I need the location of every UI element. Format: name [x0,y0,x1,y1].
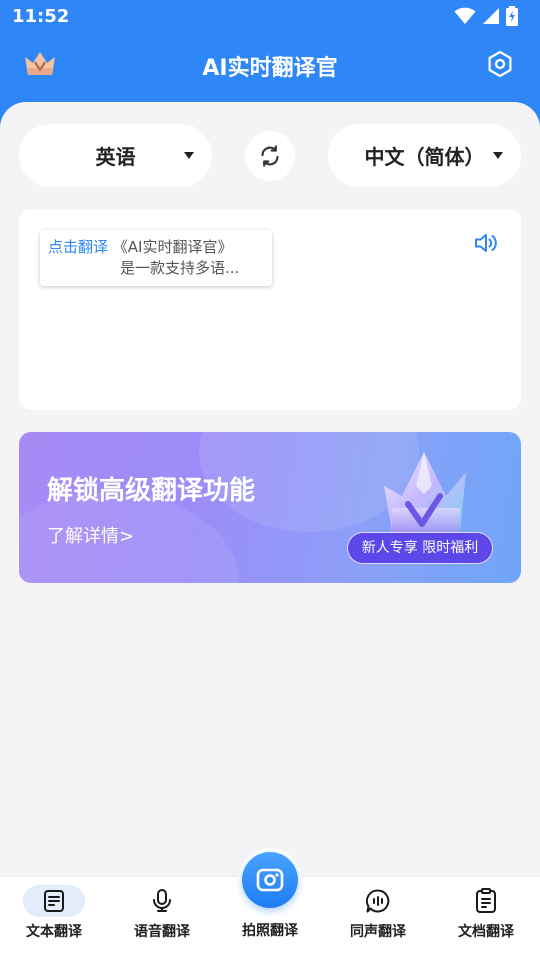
nav-item-document-translate[interactable]: 文档翻译 [432,877,540,960]
status-icons [454,6,518,26]
tap-to-translate-link[interactable]: 点击翻译 [48,238,108,256]
new-user-offer-badge[interactable]: 新人专享 限时福利 [347,532,493,564]
banner-title: 解锁高级翻译功能 [47,476,256,506]
translate-tooltip[interactable]: 点击翻译 《AI实时翻译官》 是一款支持多语... [40,230,272,286]
tooltip-text-line-2: 是一款支持多语... [120,259,240,277]
premium-banner[interactable]: 解锁高级翻译功能 了解详情> 新人专享 限时福利 [19,432,521,583]
nav-label: 文本翻译 [26,924,82,940]
nav-item-voice-translate[interactable]: 语音翻译 [108,877,216,960]
speaker-icon[interactable] [473,231,499,255]
source-language-label: 英语 [95,145,136,169]
chat-bubble-icon [365,889,390,913]
nav-item-text-translate[interactable]: 文本翻译 [0,877,108,960]
microphone-icon [153,889,171,912]
nav-item-simultaneous-translate[interactable]: 同声翻译 [324,877,432,960]
document-icon [476,888,496,913]
photo-translate-button-wrapper [238,848,302,912]
nav-icon-container [131,885,193,917]
camera-icon [256,868,284,892]
tooltip-line-1: 点击翻译 《AI实时翻译官》 [48,237,264,258]
settings-icon[interactable] [486,50,514,78]
status-time: 11:52 [12,6,70,27]
nav-label: 语音翻译 [134,924,190,940]
nav-icon-container [347,885,409,917]
tooltip-text-line-1: 《AI实时翻译官》 [112,238,233,256]
translation-input-card[interactable]: 点击翻译 《AI实时翻译官》 是一款支持多语... [19,209,521,410]
nav-label: 文档翻译 [458,924,514,940]
battery-icon [506,6,518,26]
chevron-down-icon [184,152,194,159]
learn-more-link[interactable]: 了解详情> [47,522,134,548]
source-language-selector[interactable]: 英语 [19,124,212,187]
nav-icon-container [455,885,517,917]
chevron-down-icon [493,152,503,159]
app-title: AI实时翻译官 [202,56,338,81]
nav-label: 同声翻译 [350,924,406,940]
swap-languages-button[interactable] [245,131,295,181]
target-language-selector[interactable]: 中文（简体） [328,124,521,187]
status-bar: 11:52 [0,0,540,34]
photo-translate-button[interactable] [242,852,298,908]
nav-icon-container [23,885,85,917]
target-language-label: 中文（简体） [364,145,485,169]
wifi-icon [454,7,476,24]
nav-label-photo-translate[interactable]: 拍照翻译 [216,920,324,940]
text-translate-icon [44,890,64,912]
swap-icon [261,145,279,167]
cell-signal-icon [483,8,499,24]
